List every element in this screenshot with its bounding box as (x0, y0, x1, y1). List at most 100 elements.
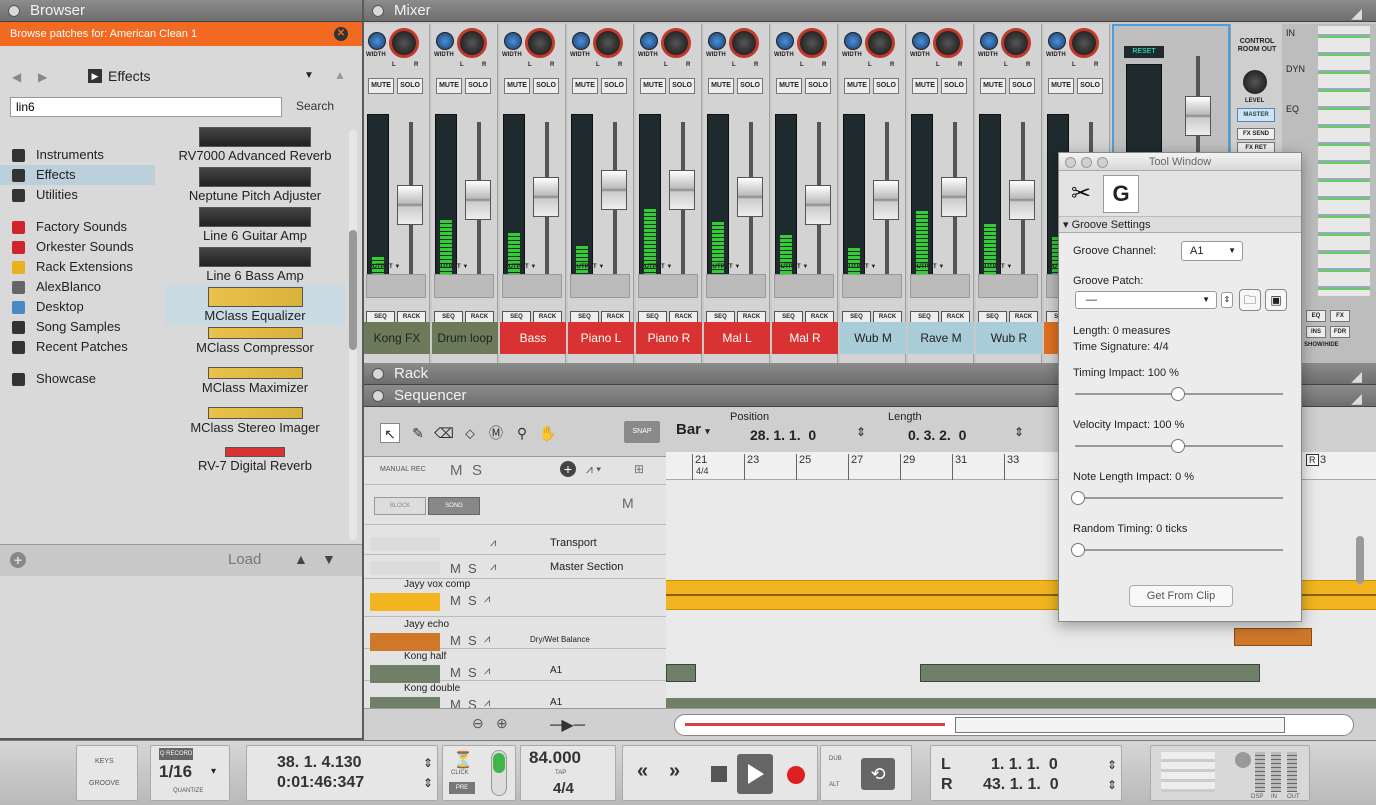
click-level-slider[interactable] (491, 750, 507, 796)
close-window-icon[interactable] (1065, 157, 1076, 168)
slider-thumb[interactable] (1071, 491, 1085, 505)
solo-button[interactable]: SOLO (397, 78, 423, 94)
fdr-button[interactable]: FDR (1330, 326, 1350, 338)
pan-knob[interactable] (593, 28, 623, 58)
q-record-button[interactable]: Q RECORD (159, 748, 193, 760)
search-input[interactable] (10, 97, 282, 117)
device-item[interactable]: MClass Stereo Imager (165, 405, 345, 445)
solo-button[interactable]: SOLO (1009, 78, 1035, 94)
mute-button[interactable]: MUTE (572, 78, 598, 94)
solo-button[interactable]: SOLO (669, 78, 695, 94)
device-item[interactable]: Neptune Pitch Adjuster (165, 165, 345, 205)
play-button[interactable] (737, 754, 773, 794)
width-knob[interactable] (980, 32, 998, 50)
up-folder-icon[interactable]: ▲ (334, 68, 346, 82)
alt-button[interactable]: ALT (829, 782, 840, 788)
song-button[interactable]: SONG (428, 497, 480, 515)
output-selector[interactable] (434, 274, 494, 298)
output-selector[interactable] (842, 274, 902, 298)
select-tool-icon[interactable]: ↖ (380, 423, 400, 443)
zoom-in-icon[interactable]: ⊕ (496, 715, 508, 732)
channel-name[interactable]: Bass (500, 322, 566, 354)
track-solo-button[interactable]: S (468, 593, 477, 608)
snap-button[interactable]: SNAP (624, 421, 660, 443)
collapse-icon[interactable] (372, 368, 384, 380)
groove-button[interactable]: GROOVE (89, 780, 120, 787)
mute-button[interactable]: MUTE (1048, 78, 1074, 94)
groove-channel[interactable]: A1 (550, 665, 562, 676)
slider-thumb[interactable] (1171, 387, 1185, 401)
track-row[interactable]: Kong half M S ⩘ A1 (364, 651, 666, 683)
reset-button[interactable]: RESET (1124, 46, 1164, 58)
output-selector[interactable] (910, 274, 970, 298)
manual-rec-button[interactable]: MANUAL REC (380, 466, 426, 473)
master-fader[interactable] (1185, 96, 1211, 136)
length-stepper-icon[interactable]: ⇕ (1014, 425, 1024, 439)
hand-tool-icon[interactable]: ✋ (538, 423, 558, 443)
close-icon[interactable]: ✕ (334, 27, 348, 41)
solo-button[interactable]: SOLO (805, 78, 831, 94)
channel-name[interactable]: Rave M (908, 322, 974, 354)
chevron-down-icon[interactable]: ▾ (211, 766, 216, 777)
location-item[interactable]: Rack Extensions (0, 257, 155, 277)
output-selector[interactable] (366, 274, 426, 298)
zoom-out-icon[interactable]: ⊖ (472, 715, 484, 732)
mute-button[interactable]: MUTE (912, 78, 938, 94)
song-position-bars[interactable]: 38. 1. 4.130 (277, 754, 362, 772)
automation-param[interactable]: Dry/Wet Balance (530, 635, 590, 644)
pan-knob[interactable] (661, 28, 691, 58)
grid-view-icon[interactable]: ⊞ (634, 462, 644, 476)
precount-button[interactable]: PRE (449, 782, 475, 794)
pan-knob[interactable] (457, 28, 487, 58)
song-overview-scroller[interactable] (674, 714, 1354, 736)
echo-automation-clip[interactable] (1234, 628, 1312, 646)
mute-all-button[interactable]: M (450, 462, 463, 479)
click-button[interactable]: CLICK (451, 770, 469, 776)
loop-right-stepper-icon[interactable]: ⇕ (1107, 778, 1117, 792)
search-button[interactable]: Search (296, 99, 334, 113)
tempo-field[interactable]: 84.000 (529, 748, 581, 768)
browser-scrollbar[interactable] (349, 130, 357, 540)
device-item[interactable]: MClass Maximizer (165, 365, 345, 405)
location-item[interactable]: Desktop (0, 297, 155, 317)
stop-icon[interactable] (711, 766, 727, 782)
solo-button[interactable]: SOLO (1077, 78, 1103, 94)
impact-slider[interactable] (1075, 439, 1283, 453)
mute-button[interactable]: MUTE (844, 78, 870, 94)
fx-send-button[interactable]: FX SEND (1237, 128, 1275, 140)
automation-icon[interactable]: ⩘ (484, 593, 490, 606)
fast-forward-icon[interactable]: » (669, 760, 680, 783)
tap-tempo-button[interactable]: TAP (555, 770, 566, 776)
width-knob[interactable] (640, 32, 658, 50)
solo-button[interactable]: SOLO (941, 78, 967, 94)
pan-knob[interactable] (933, 28, 963, 58)
block-button[interactable]: BLOCK (374, 497, 426, 515)
track-row[interactable]: Kong double M S ⩘ A1 (364, 683, 666, 715)
overview-strips[interactable] (1318, 26, 1370, 296)
mute-button[interactable]: MUTE (980, 78, 1006, 94)
impact-slider[interactable] (1071, 543, 1283, 557)
eraser-tool-icon[interactable]: ⌫ (434, 423, 454, 443)
save-patch-icon[interactable]: ▣ (1265, 289, 1287, 311)
position-field[interactable]: 28. 1. 1. 0 (750, 427, 816, 443)
groove-settings-section[interactable]: ▾ Groove Settings (1059, 217, 1301, 233)
mute-tool-icon[interactable]: Ⓜ (486, 423, 506, 443)
mute-button[interactable]: MUTE (708, 78, 734, 94)
pan-knob[interactable] (525, 28, 555, 58)
loop-left-field[interactable]: 1. 1. 1. 0 (991, 756, 1058, 774)
solo-button[interactable]: SOLO (737, 78, 763, 94)
width-knob[interactable] (844, 32, 862, 50)
solo-button[interactable]: SOLO (533, 78, 559, 94)
width-knob[interactable] (708, 32, 726, 50)
automation-icon[interactable]: ⩘ (490, 561, 496, 574)
collapse-icon[interactable] (372, 5, 384, 17)
groove-channel-select[interactable]: A1 ▼ (1181, 241, 1243, 261)
razor-tool-icon[interactable]: ⬦ (460, 423, 480, 443)
impact-slider[interactable] (1075, 387, 1283, 401)
automation-icon[interactable]: ⩘ (484, 665, 490, 678)
pan-knob[interactable] (1069, 28, 1099, 58)
location-item[interactable]: AlexBlanco (0, 277, 155, 297)
lanes-scrollbar[interactable] (1356, 536, 1364, 584)
output-selector[interactable] (706, 274, 766, 298)
channel-fader[interactable] (669, 169, 695, 210)
